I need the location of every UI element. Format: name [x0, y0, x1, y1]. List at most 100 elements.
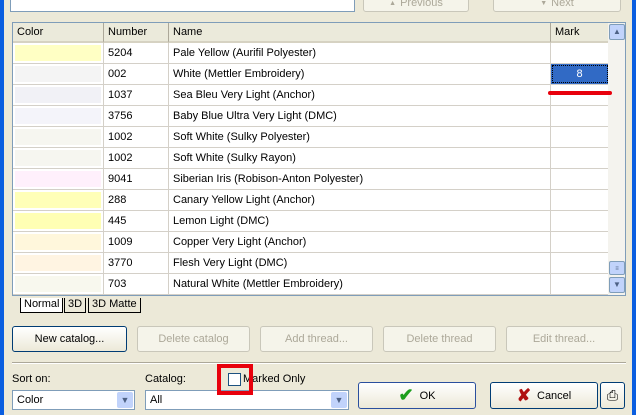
name-cell: Flesh Very Light (DMC) — [169, 253, 551, 273]
table-row[interactable]: 445 Lemon Light (DMC) — [13, 211, 609, 232]
new-catalog-button[interactable]: New catalog... — [12, 326, 127, 352]
annotation-box — [217, 364, 253, 395]
mark-cell[interactable] — [551, 169, 609, 189]
table-row[interactable]: 288 Canary Yellow Light (Anchor) — [13, 190, 609, 211]
previous-button[interactable]: ▲ Previous — [363, 0, 469, 12]
print-button[interactable]: ⎙ — [600, 382, 625, 409]
color-cell — [13, 232, 104, 252]
number-cell: 002 — [104, 64, 169, 84]
header-color[interactable]: Color — [13, 23, 104, 43]
name-cell: Baby Blue Ultra Very Light (DMC) — [169, 106, 551, 126]
table-row[interactable]: 1009 Copper Very Light (Anchor) — [13, 232, 609, 253]
edit-thread-button[interactable]: Edit thread... — [506, 326, 622, 352]
table-row[interactable]: 703 Natural White (Mettler Embroidery) — [13, 274, 609, 295]
delete-thread-button[interactable]: Delete thread — [383, 326, 496, 352]
table-row[interactable]: 3770 Flesh Very Light (DMC) — [13, 253, 609, 274]
number-cell: 3770 — [104, 253, 169, 273]
mark-cell[interactable] — [551, 85, 609, 105]
catalog-value: All — [150, 394, 163, 406]
mark-cell[interactable] — [551, 43, 609, 63]
name-cell: Pale Yellow (Aurifil Polyester) — [169, 43, 551, 63]
window-border-right — [632, 0, 636, 415]
up-arrow-icon: ▲ — [389, 0, 397, 7]
color-cell — [13, 169, 104, 189]
next-button[interactable]: ▼ Next — [493, 0, 621, 12]
ok-button[interactable]: ✔ OK — [358, 382, 476, 409]
window-border-left — [0, 0, 4, 415]
table-row[interactable]: 9041 Siberian Iris (Robison-Anton Polyes… — [13, 169, 609, 190]
number-cell: 3756 — [104, 106, 169, 126]
number-cell: 1037 — [104, 85, 169, 105]
next-label: Next — [551, 0, 574, 9]
checkmark-icon: ✔ — [398, 385, 414, 405]
table-row[interactable]: 1037 Sea Bleu Very Light (Anchor) — [13, 85, 609, 106]
name-cell: Lemon Light (DMC) — [169, 211, 551, 231]
thread-grid[interactable]: Color Number Name Mark 5204 Pale Yellow … — [12, 22, 626, 296]
name-cell: Copper Very Light (Anchor) — [169, 232, 551, 252]
chevron-down-icon[interactable]: ▼ — [117, 392, 133, 408]
delete-catalog-button[interactable]: Delete catalog — [137, 326, 250, 352]
annotation-underline — [548, 91, 612, 95]
scroll-thumb[interactable]: ≡ — [609, 261, 625, 275]
scroll-up-icon[interactable]: ▲ — [609, 24, 625, 40]
table-row[interactable]: 002 White (Mettler Embroidery) 8 — [13, 64, 609, 85]
add-thread-button[interactable]: Add thread... — [260, 326, 373, 352]
printer-icon: ⎙ — [606, 387, 619, 403]
sort-value: Color — [17, 394, 44, 406]
mark-cell[interactable]: 8 — [551, 64, 609, 84]
color-cell — [13, 211, 104, 231]
number-cell: 9041 — [104, 169, 169, 189]
mark-cell[interactable] — [551, 106, 609, 126]
color-swatch — [15, 234, 101, 250]
cancel-label: Cancel — [537, 389, 572, 402]
header-mark[interactable]: Mark — [551, 23, 609, 43]
scroll-down-icon[interactable]: ▼ — [609, 277, 625, 293]
table-row[interactable]: 1002 Soft White (Sulky Polyester) — [13, 127, 609, 148]
previous-label: Previous — [400, 0, 443, 9]
color-cell — [13, 190, 104, 210]
number-cell: 445 — [104, 211, 169, 231]
number-cell: 5204 — [104, 43, 169, 63]
vertical-scrollbar[interactable]: ▲ ≡ ▼ — [608, 23, 625, 295]
color-swatch — [15, 129, 101, 145]
name-cell: Soft White (Sulky Polyester) — [169, 127, 551, 147]
name-cell: White (Mettler Embroidery) — [169, 64, 551, 84]
name-cell: Canary Yellow Light (Anchor) — [169, 190, 551, 210]
number-cell: 288 — [104, 190, 169, 210]
down-arrow-icon: ▼ — [540, 0, 548, 7]
color-cell — [13, 85, 104, 105]
sort-label: Sort on: — [12, 373, 51, 385]
mark-cell[interactable] — [551, 190, 609, 210]
mark-cell[interactable] — [551, 148, 609, 168]
mark-cell[interactable] — [551, 253, 609, 273]
catalog-label: Catalog: — [145, 373, 186, 385]
tab-normal[interactable]: Normal — [20, 298, 64, 313]
cancel-button[interactable]: ✘ Cancel — [490, 382, 598, 409]
chevron-down-icon[interactable]: ▼ — [331, 392, 347, 408]
mark-cell[interactable] — [551, 211, 609, 231]
color-swatch — [15, 66, 101, 82]
separator — [12, 362, 626, 364]
mark-cell[interactable] — [551, 274, 609, 294]
search-input[interactable] — [10, 0, 355, 12]
header-number[interactable]: Number — [104, 23, 169, 43]
name-cell: Sea Bleu Very Light (Anchor) — [169, 85, 551, 105]
number-cell: 1002 — [104, 148, 169, 168]
tab-3d[interactable]: 3D — [64, 298, 87, 313]
color-cell — [13, 43, 104, 63]
sort-select[interactable]: Color ▼ — [12, 390, 135, 410]
color-cell — [13, 274, 104, 294]
number-cell: 1009 — [104, 232, 169, 252]
color-swatch — [15, 276, 101, 292]
color-cell — [13, 148, 104, 168]
table-row[interactable]: 5204 Pale Yellow (Aurifil Polyester) — [13, 43, 609, 64]
table-row[interactable]: 1002 Soft White (Sulky Rayon) — [13, 148, 609, 169]
table-row[interactable]: 3756 Baby Blue Ultra Very Light (DMC) — [13, 106, 609, 127]
tab-3d-matte[interactable]: 3D Matte — [88, 298, 141, 313]
color-swatch — [15, 255, 101, 271]
mark-cell[interactable] — [551, 232, 609, 252]
mark-cell[interactable] — [551, 127, 609, 147]
color-swatch — [15, 45, 101, 61]
header-name[interactable]: Name — [169, 23, 551, 43]
number-cell: 1002 — [104, 127, 169, 147]
